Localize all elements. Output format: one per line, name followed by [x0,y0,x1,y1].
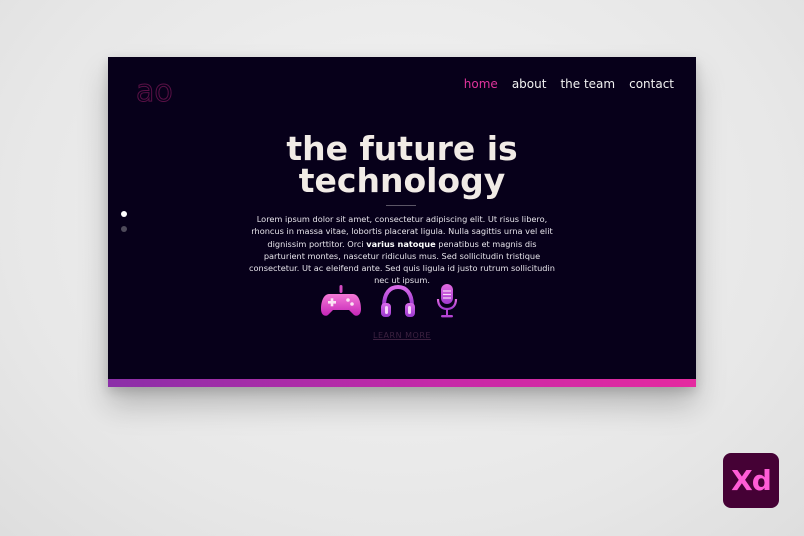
slider-dots [121,211,127,241]
slider-dot-2[interactable] [121,226,127,232]
headline-divider [386,205,416,206]
adobe-xd-badge: Xd [723,453,779,508]
feature-icons [321,281,481,321]
slider-dot-1[interactable] [121,211,127,217]
main-nav: home about the team contact [464,77,674,91]
learn-more-link[interactable]: LEARN MORE [108,331,696,340]
hero-headline: the future is technology [108,132,696,200]
bottom-gradient-bar [108,379,696,387]
logo[interactable]: ao [136,76,174,107]
nav-item-home[interactable]: home [464,77,498,91]
hero-headline-line-2: technology [298,161,506,200]
hero-body-text: Lorem ipsum dolor sit amet, consectetur … [248,213,556,287]
hero-body-bold: varius natoque [366,238,436,249]
nav-item-contact[interactable]: contact [629,77,674,91]
gamepad-icon [321,285,361,316]
nav-item-the-team[interactable]: the team [560,77,615,91]
nav-item-about[interactable]: about [512,77,547,91]
website-mockup: ao home about the team contact the futur… [108,57,696,387]
microphone-icon [436,284,458,318]
headphones-icon [381,284,415,317]
